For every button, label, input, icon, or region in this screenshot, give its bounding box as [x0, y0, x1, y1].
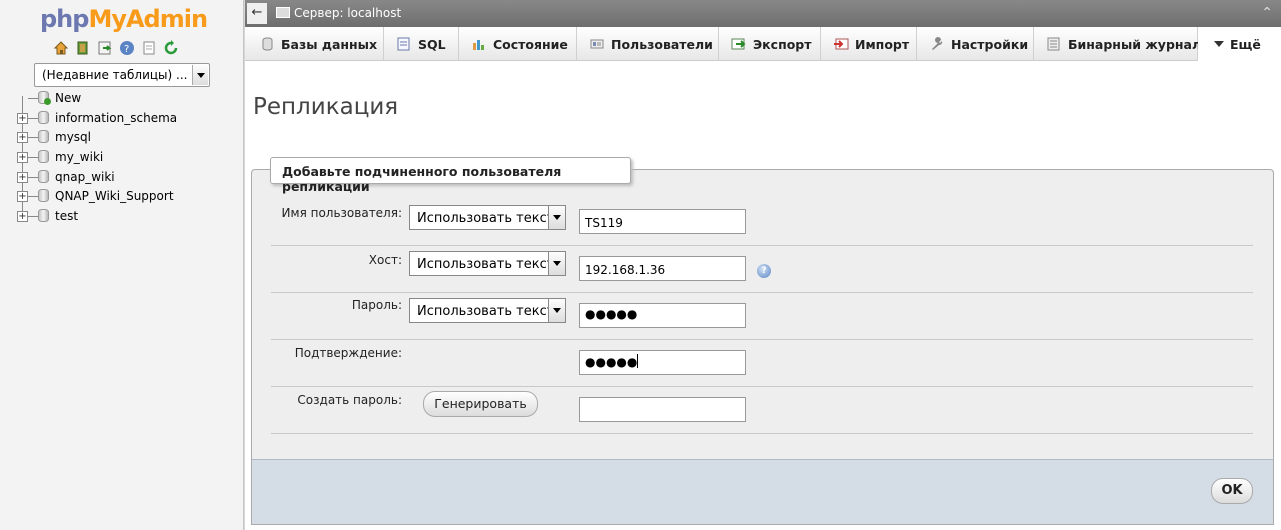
password-mode-select[interactable]: Использовать текст — [409, 298, 566, 323]
database-icon — [38, 150, 49, 164]
tree-item-qnap-wiki[interactable]: + qnap_wiki — [14, 169, 177, 189]
main-tabs: Базы данных SQL Состояние Пользователи Э… — [245, 27, 1281, 61]
phpmyadmin-logo[interactable]: phpMyAdmin — [40, 5, 208, 33]
username-input[interactable]: TS119 — [579, 209, 746, 234]
database-icon — [38, 209, 49, 223]
tab-status[interactable]: Состояние — [459, 27, 577, 61]
chevron-down-icon[interactable] — [192, 65, 208, 85]
tab-users[interactable]: Пользователи — [577, 27, 719, 61]
expand-icon[interactable]: + — [17, 171, 28, 183]
help-icon[interactable]: ? — [119, 40, 135, 56]
chevron-down-icon[interactable] — [548, 252, 565, 275]
collapse-sidebar-button[interactable]: ← — [247, 3, 267, 24]
wrench-icon — [932, 37, 943, 50]
tab-import[interactable]: Импорт — [821, 27, 917, 61]
expand-icon[interactable]: + — [17, 132, 28, 144]
database-icon — [38, 189, 49, 203]
server-icon — [276, 7, 290, 18]
tab-sql[interactable]: SQL — [384, 27, 459, 61]
database-tree: New + information_schema + mysql + my_wi… — [14, 90, 177, 228]
query-window-icon[interactable] — [97, 40, 113, 56]
form-footer — [251, 459, 1274, 525]
database-icon — [38, 169, 49, 183]
tab-settings[interactable]: Настройки — [917, 27, 1034, 61]
generate-password-label: Создать пароль: — [297, 393, 402, 407]
sidebar-resize-handle[interactable] — [243, 0, 245, 530]
collapse-top-icon[interactable]: ⌃ — [1261, 5, 1273, 21]
expand-icon[interactable]: + — [17, 191, 28, 203]
add-slave-user-fieldset — [251, 169, 1274, 459]
exit-icon[interactable] — [75, 40, 91, 56]
generate-button[interactable]: Генерировать — [423, 391, 538, 417]
expand-icon[interactable]: + — [17, 211, 28, 223]
host-input[interactable]: 192.168.1.36 — [579, 256, 746, 281]
triangle-down-icon — [1214, 41, 1224, 47]
tab-databases[interactable]: Базы данных — [245, 27, 384, 61]
password-input[interactable]: ●●●●● — [579, 303, 746, 328]
help-icon[interactable]: ? — [757, 264, 771, 278]
server-breadcrumb-bar: ← Сервер: localhost ⌃ — [245, 0, 1281, 27]
expand-icon[interactable]: + — [17, 112, 28, 124]
tree-item-label[interactable]: test — [55, 209, 78, 223]
recent-tables-select[interactable]: (Недавние таблицы) ... — [34, 63, 210, 87]
tree-item-label[interactable]: New — [55, 91, 81, 105]
users-icon — [590, 39, 604, 49]
reload-icon[interactable] — [163, 40, 179, 56]
row-divider — [271, 245, 1253, 246]
database-icon — [38, 130, 49, 144]
tree-item-label[interactable]: my_wiki — [55, 150, 103, 164]
chevron-down-icon[interactable] — [548, 206, 565, 229]
export-icon — [731, 38, 746, 50]
username-mode-select[interactable]: Использовать текст — [409, 205, 566, 230]
tree-item-label[interactable]: mysql — [55, 130, 91, 144]
tree-item-mysql[interactable]: + mysql — [14, 129, 177, 149]
row-divider — [271, 292, 1253, 293]
text-caret — [637, 354, 639, 368]
host-label: Хост: — [368, 253, 402, 267]
binlog-icon — [1047, 37, 1060, 51]
home-icon[interactable] — [53, 40, 69, 56]
row-divider — [271, 339, 1253, 340]
confirm-password-input[interactable]: ●●●●● — [579, 350, 746, 375]
tree-item-label[interactable]: information_schema — [55, 111, 177, 125]
tree-item-my-wiki[interactable]: + my_wiki — [14, 149, 177, 169]
status-icon — [473, 40, 484, 50]
tree-item-test[interactable]: + test — [14, 208, 177, 228]
fieldset-legend: Добавьте подчиненного пользователя репли… — [270, 157, 631, 194]
database-icon — [38, 110, 49, 124]
tab-more[interactable]: Ещё — [1198, 27, 1281, 61]
tab-export[interactable]: Экспорт — [719, 27, 821, 61]
username-label: Имя пользователя: — [281, 206, 402, 220]
confirm-label: Подтверждение: — [294, 346, 402, 360]
svg-text:?: ? — [124, 44, 129, 55]
tree-item-label[interactable]: qnap_wiki — [55, 170, 115, 184]
database-icon — [262, 37, 273, 51]
tree-item-information-schema[interactable]: + information_schema — [14, 110, 177, 130]
sidebar-icon-bar: ? — [53, 40, 179, 56]
row-divider — [271, 433, 1253, 434]
expand-icon[interactable]: + — [17, 152, 28, 164]
host-mode-select[interactable]: Использовать текст — [409, 251, 566, 276]
chevron-down-icon[interactable] — [548, 299, 565, 322]
tab-binary-log[interactable]: Бинарный журнал — [1034, 27, 1201, 61]
ok-button[interactable]: OK — [1211, 478, 1253, 504]
navigation-sidebar: phpMyAdmin ? (Недавние таблицы) ... New … — [0, 0, 243, 530]
password-label: Пароль: — [351, 298, 402, 312]
docs-icon[interactable] — [141, 40, 157, 56]
page-title: Репликация — [253, 94, 399, 120]
sql-icon — [397, 37, 410, 51]
tree-item-qnap-wiki-support[interactable]: + QNAP_Wiki_Support — [14, 188, 177, 208]
server-breadcrumb[interactable]: Сервер: localhost — [276, 6, 401, 20]
generated-password-input[interactable] — [579, 397, 746, 422]
tree-item-new[interactable]: New — [14, 90, 177, 110]
row-divider — [271, 386, 1253, 387]
add-icon — [44, 98, 51, 105]
import-icon — [834, 38, 849, 50]
tree-item-label[interactable]: QNAP_Wiki_Support — [55, 189, 174, 203]
